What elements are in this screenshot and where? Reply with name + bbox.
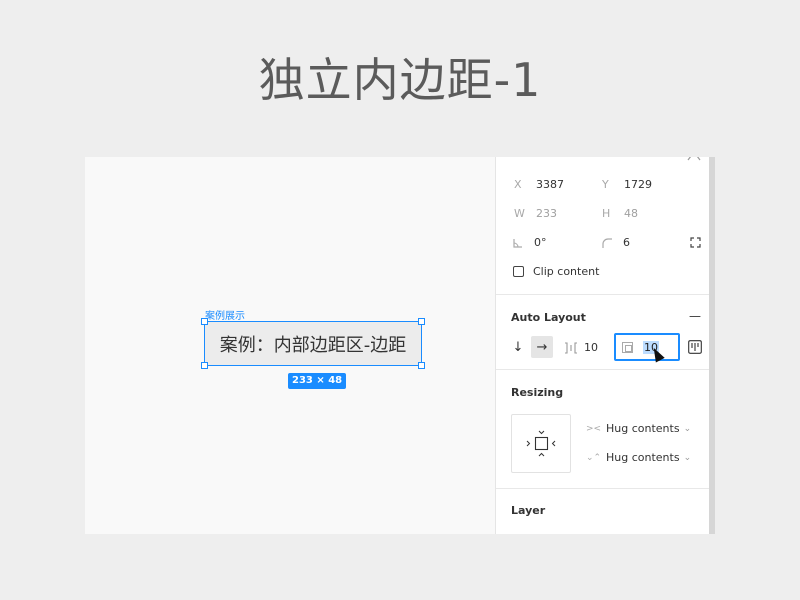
divider	[496, 369, 710, 370]
slide-title: 独立内边距-1	[258, 53, 542, 107]
auto-layout-title: Auto Layout	[511, 311, 586, 324]
layer-title: Layer	[511, 504, 546, 517]
chevron-down-icon: ⌄	[683, 423, 692, 434]
w-field[interactable]: W 233	[514, 207, 557, 220]
divider	[496, 488, 710, 489]
x-field[interactable]: X 3387	[514, 178, 564, 191]
resizing-title: Resizing	[511, 386, 564, 399]
padding-icon	[622, 341, 633, 353]
properties-panel: X 3387 Y 1729 W 233 H 48 0° 6 Clip conte…	[495, 157, 715, 534]
hug-contents-icon	[526, 430, 556, 457]
divider	[496, 294, 710, 295]
frame-text: 案例：内部边距区-边距	[219, 334, 407, 356]
w-label: W	[514, 207, 525, 220]
y-value: 1729	[624, 178, 652, 191]
x-label: X	[514, 178, 522, 191]
rotation-value: 0°	[534, 236, 547, 249]
horizontal-resizing-value: Hug contents	[606, 422, 680, 435]
h-field[interactable]: H 48	[602, 207, 638, 220]
vertical-resizing-dropdown[interactable]: ⌄⌃ Hug contents ⌄	[586, 451, 691, 464]
resizing-preview[interactable]	[511, 414, 571, 473]
direction-vertical-button[interactable]: ↓	[507, 336, 529, 358]
vertical-resize-icon: ⌄⌃	[586, 452, 602, 463]
h-value: 48	[624, 207, 638, 220]
remove-auto-layout-button[interactable]: —	[689, 309, 701, 323]
canvas[interactable]: 案例展示 案例：内部边距区-边距 233 × 48	[85, 157, 495, 534]
direction-controls: ↓ →	[507, 336, 553, 358]
clip-content-label: Clip content	[533, 265, 600, 278]
vertical-resizing-value: Hug contents	[606, 451, 680, 464]
h-label: H	[602, 207, 611, 220]
figma-window: 案例展示 案例：内部边距区-边距 233 × 48 X 3387 Y 1729 …	[85, 157, 715, 534]
direction-horizontal-button[interactable]: →	[531, 336, 553, 358]
y-field[interactable]: Y 1729	[602, 178, 652, 191]
selected-frame[interactable]: 案例：内部边距区-边距	[204, 321, 422, 366]
rotation-icon	[513, 238, 522, 248]
independent-corners-icon[interactable]	[690, 237, 701, 248]
rotation-field[interactable]: 0°	[512, 236, 547, 249]
scrollbar-track[interactable]	[709, 157, 715, 534]
resize-handle-top-right[interactable]	[418, 318, 425, 325]
frame-name-label[interactable]: 案例展示	[205, 307, 245, 322]
collapse-icon[interactable]	[687, 157, 701, 161]
spacing-icon	[565, 341, 577, 354]
x-value: 3387	[536, 178, 564, 191]
corner-radius-field[interactable]: 6	[601, 236, 630, 249]
horizontal-resizing-dropdown[interactable]: >< Hug contents ⌄	[586, 422, 691, 435]
alignment-icon[interactable]	[688, 340, 702, 354]
spacing-value: 10	[584, 341, 598, 354]
resize-handle-bottom-left[interactable]	[201, 362, 208, 369]
scrollbar-thumb[interactable]	[709, 157, 715, 534]
y-label: Y	[602, 178, 609, 191]
checkbox-icon[interactable]	[513, 266, 524, 277]
resize-handle-bottom-right[interactable]	[418, 362, 425, 369]
size-badge: 233 × 48	[288, 373, 347, 389]
spacing-field[interactable]: 10	[564, 341, 598, 354]
padding-input[interactable]: 10	[614, 333, 680, 361]
clip-content-checkbox[interactable]: Clip content	[513, 265, 599, 278]
w-value: 233	[536, 207, 557, 220]
chevron-down-icon: ⌄	[683, 452, 692, 463]
resize-handle-top-left[interactable]	[201, 318, 208, 325]
corner-radius-value: 6	[623, 236, 630, 249]
corner-radius-icon	[602, 237, 612, 248]
horizontal-resize-icon: ><	[586, 423, 602, 434]
